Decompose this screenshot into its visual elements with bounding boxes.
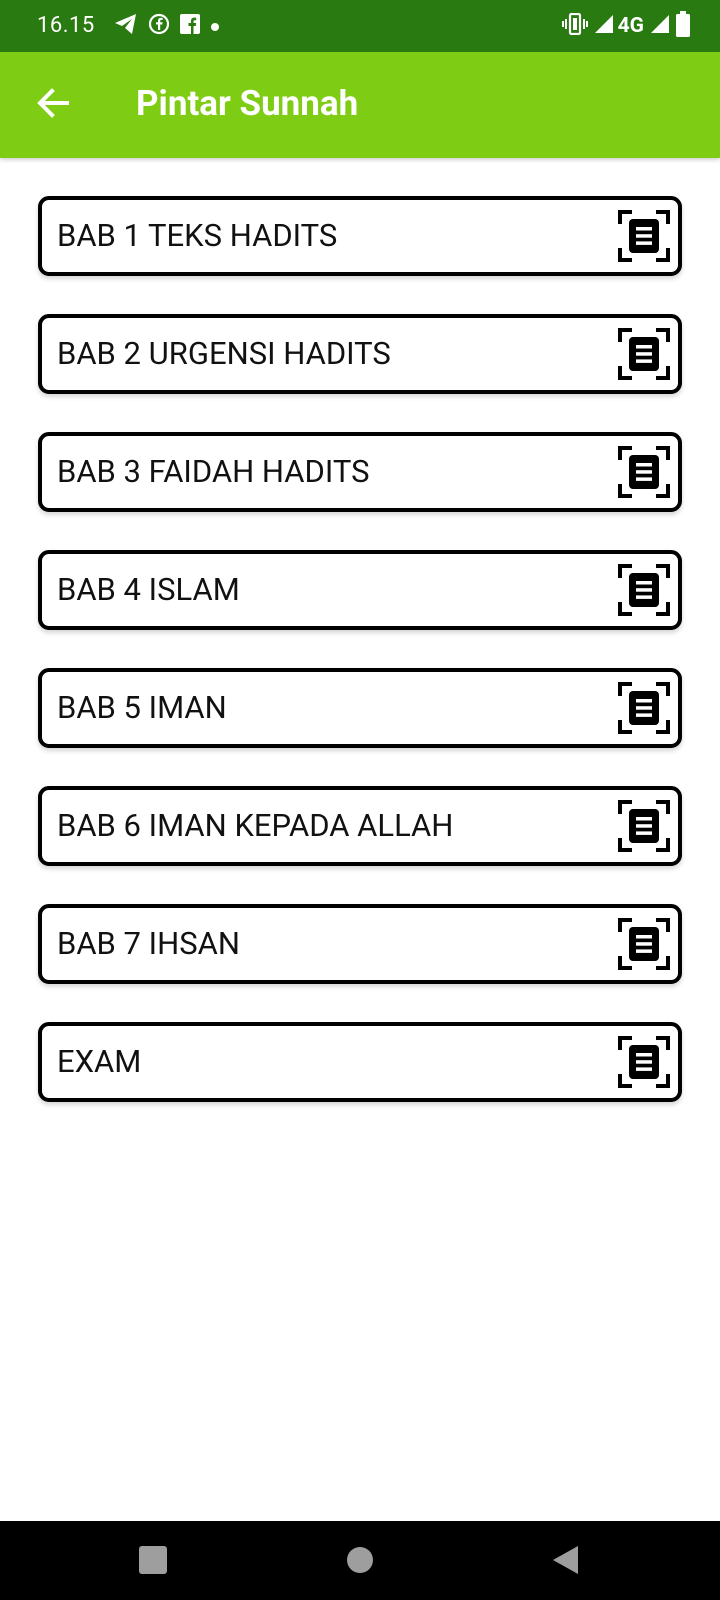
facebook-icon (180, 14, 200, 38)
menu-item-bab-4[interactable]: BAB 4 ISLAM (38, 550, 682, 630)
document-scan-icon (618, 1036, 670, 1088)
home-button[interactable] (343, 1545, 377, 1579)
signal-icon (650, 14, 670, 38)
recents-icon (138, 1545, 168, 1579)
chapter-list: BAB 1 TEKS HADITS BAB 2 URGENSI HADITS B (38, 196, 682, 1140)
page-title: Pintar Sunnah (136, 83, 359, 124)
menu-item-bab-3[interactable]: BAB 3 FAIDAH HADITS (38, 432, 682, 512)
menu-item-label: BAB 5 IMAN (57, 689, 227, 726)
system-icons: 4G (561, 11, 690, 41)
notification-icons (114, 13, 220, 39)
document-scan-icon (618, 918, 670, 970)
signal-icon (594, 14, 614, 38)
back-button[interactable] (22, 74, 84, 136)
dot-icon (210, 17, 220, 36)
arrow-left-icon (36, 88, 70, 122)
battery-icon (676, 11, 690, 41)
home-icon (345, 1545, 375, 1579)
document-scan-icon (618, 210, 670, 262)
menu-item-label: BAB 3 FAIDAH HADITS (57, 453, 370, 490)
back-icon (550, 1544, 580, 1580)
menu-item-exam[interactable]: EXAM (38, 1022, 682, 1102)
menu-item-label: BAB 1 TEKS HADITS (57, 217, 338, 254)
network-type: 4G (617, 14, 644, 38)
menu-item-label: BAB 6 IMAN KEPADA ALLAH (57, 807, 454, 844)
menu-item-label: EXAM (57, 1043, 142, 1080)
recents-button[interactable] (136, 1545, 170, 1579)
menu-item-bab-6[interactable]: BAB 6 IMAN KEPADA ALLAH (38, 786, 682, 866)
menu-item-bab-1[interactable]: BAB 1 TEKS HADITS (38, 196, 682, 276)
vibrate-icon (561, 12, 588, 39)
menu-item-bab-2[interactable]: BAB 2 URGENSI HADITS (38, 314, 682, 394)
menu-item-bab-7[interactable]: BAB 7 IHSAN (38, 904, 682, 984)
facebook-messenger-icon (148, 13, 170, 39)
document-scan-icon (618, 564, 670, 616)
telegram-icon (114, 13, 138, 39)
back-nav-button[interactable] (548, 1545, 582, 1579)
menu-item-label: BAB 4 ISLAM (57, 571, 240, 608)
menu-item-bab-5[interactable]: BAB 5 IMAN (38, 668, 682, 748)
status-time: 16.15 (37, 13, 95, 38)
document-scan-icon (618, 446, 670, 498)
document-scan-icon (618, 682, 670, 734)
menu-item-label: BAB 2 URGENSI HADITS (57, 335, 391, 372)
app-bar: Pintar Sunnah (0, 52, 720, 158)
menu-item-label: BAB 7 IHSAN (57, 925, 240, 962)
status-bar: 16.15 4G (0, 0, 720, 52)
navigation-bar (0, 1521, 720, 1600)
document-scan-icon (618, 328, 670, 380)
document-scan-icon (618, 800, 670, 852)
